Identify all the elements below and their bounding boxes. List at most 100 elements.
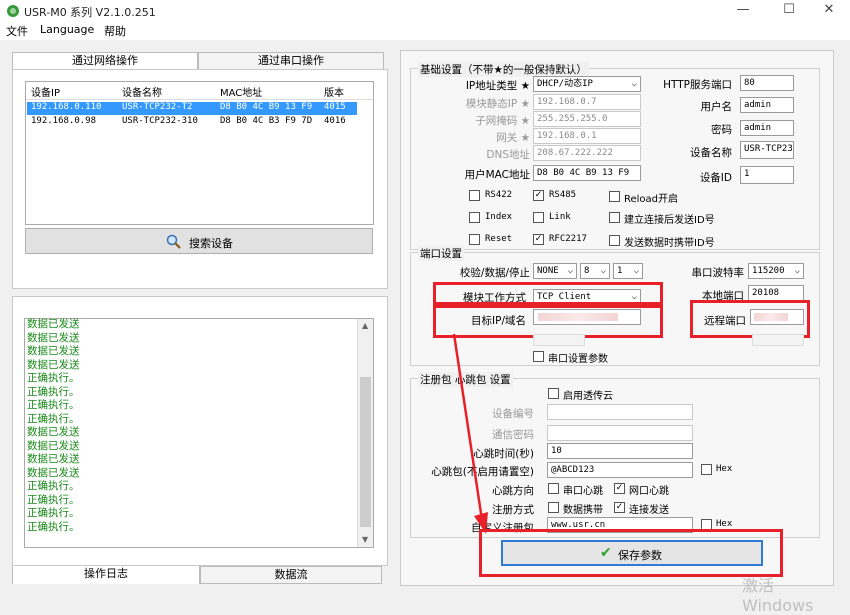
send-id-with-data-checkbox[interactable] bbox=[609, 235, 620, 246]
chevron-down-icon: ⌵ bbox=[631, 79, 637, 89]
baud-value: 115200 bbox=[752, 266, 785, 276]
stopbits-value: 1 bbox=[617, 266, 623, 276]
tab-operation-log[interactable]: 操作日志 bbox=[12, 566, 200, 584]
cell-ip: 192.168.0.110 bbox=[31, 102, 102, 112]
device-number-input[interactable] bbox=[547, 404, 693, 420]
ip-type-select[interactable]: DHCP/动态IP ⌵ bbox=[533, 76, 641, 92]
serial-heartbeat-checkbox[interactable] bbox=[548, 483, 559, 494]
subnet-mask-input[interactable]: 255.255.255.0 bbox=[533, 111, 641, 127]
port-settings-title: 端口设置 bbox=[418, 246, 464, 261]
cell-version: 4015 bbox=[324, 102, 346, 112]
cell-ip: 192.168.0.98 bbox=[31, 116, 97, 126]
obscured-field bbox=[752, 334, 804, 346]
gateway-input[interactable]: 192.168.0.1 bbox=[533, 128, 641, 144]
title-bar: USR-M0 系列 V2.1.0.251 — ☐ ✕ bbox=[0, 0, 850, 22]
search-device-button[interactable]: 搜索设备 bbox=[25, 228, 373, 254]
header-divider bbox=[26, 99, 373, 100]
menu-language[interactable]: Language bbox=[40, 23, 94, 36]
user-mac-input[interactable]: D8 B0 4C B9 13 F9 bbox=[533, 165, 641, 181]
table-row[interactable]: 192.168.0.110 USR-TCP232-T2 D8 B0 4C B9 … bbox=[27, 102, 357, 115]
password-label: 密码 bbox=[711, 124, 732, 136]
annotation-arrow-icon bbox=[452, 333, 488, 534]
log-line: 正确执行。 bbox=[27, 385, 80, 398]
heartbeat-hex-checkbox[interactable] bbox=[701, 464, 712, 475]
rfc2217-checkbox[interactable]: ✓ bbox=[533, 234, 544, 245]
menu-bar: 文件 Language 帮助 bbox=[0, 22, 850, 40]
heartbeat-hex-label: Hex bbox=[716, 464, 733, 474]
log-line: 数据已发送 bbox=[27, 331, 80, 344]
device-id-input[interactable]: 1 bbox=[740, 166, 794, 184]
device-name-input[interactable]: USR-TCP23 bbox=[740, 141, 794, 159]
reload-label: Reload开启 bbox=[624, 194, 679, 205]
static-ip-label: 模块静态IP ★ bbox=[465, 98, 530, 110]
net-heartbeat-label: 网口心跳 bbox=[629, 486, 669, 497]
send-id-on-connect-label: 建立连接后发送ID号 bbox=[624, 215, 715, 226]
menu-file[interactable]: 文件 bbox=[6, 23, 28, 39]
close-button[interactable]: ✕ bbox=[806, 0, 850, 22]
enable-cloud-checkbox[interactable] bbox=[548, 388, 559, 399]
log-scrollbar[interactable]: ▲ ▼ bbox=[357, 319, 373, 547]
log-lines: 数据已发送 数据已发送 数据已发送 数据已发送 正确执行。 正确执行。 正确执行… bbox=[27, 318, 357, 534]
tab-serial[interactable]: 通过串口操作 bbox=[198, 52, 384, 70]
baud-select[interactable]: 115200 ⌵ bbox=[748, 263, 804, 279]
parity-value: NONE bbox=[537, 266, 559, 276]
menu-help[interactable]: 帮助 bbox=[104, 23, 126, 39]
send-on-connect-checkbox[interactable]: ✓ bbox=[614, 502, 625, 513]
chevron-down-icon: ⌵ bbox=[794, 266, 800, 276]
enable-cloud-label: 启用透传云 bbox=[563, 391, 613, 402]
index-label: Index bbox=[485, 212, 513, 222]
link-checkbox[interactable] bbox=[533, 212, 544, 223]
reset-checkbox[interactable] bbox=[469, 234, 480, 245]
stopbits-select[interactable]: 1 ⌵ bbox=[613, 263, 643, 279]
username-input[interactable]: admin bbox=[740, 97, 794, 113]
serial-params-checkbox[interactable] bbox=[533, 351, 544, 362]
scroll-down-icon[interactable]: ▼ bbox=[362, 535, 368, 544]
dns-input[interactable]: 208.67.222.222 bbox=[533, 145, 641, 161]
net-heartbeat-checkbox[interactable]: ✓ bbox=[614, 483, 625, 494]
col-header-ip: 设备IP bbox=[31, 88, 60, 99]
heartbeat-time-input[interactable]: 10 bbox=[547, 443, 693, 459]
heartbeat-packet-input[interactable]: @ABCD123 bbox=[547, 462, 693, 478]
serial-params-label: 串口设置参数 bbox=[548, 354, 608, 365]
search-device-label: 搜索设备 bbox=[189, 237, 233, 250]
register-hex-label: Hex bbox=[716, 519, 733, 529]
log-line: 数据已发送 bbox=[27, 358, 80, 371]
cell-mac: D8 B0 4C B9 13 F9 bbox=[220, 102, 313, 112]
scroll-up-icon[interactable]: ▲ bbox=[362, 321, 368, 330]
baud-label: 串口波特率 bbox=[691, 267, 745, 279]
local-port-input[interactable]: 20108 bbox=[748, 285, 804, 301]
reload-checkbox[interactable] bbox=[609, 191, 620, 202]
tab-network[interactable]: 通过网络操作 bbox=[12, 52, 198, 70]
scroll-thumb[interactable] bbox=[360, 377, 371, 527]
reset-label: Reset bbox=[485, 234, 513, 244]
rs485-checkbox[interactable]: ✓ bbox=[533, 190, 544, 201]
send-on-connect-label: 连接发送 bbox=[629, 505, 669, 516]
cell-version: 4016 bbox=[324, 116, 346, 126]
cell-name: USR-TCP232-T2 bbox=[122, 102, 193, 112]
chevron-down-icon: ⌵ bbox=[633, 266, 639, 276]
device-id-label: 设备ID bbox=[699, 172, 732, 184]
http-port-input[interactable]: 80 bbox=[740, 75, 794, 91]
minimize-button[interactable]: — bbox=[720, 0, 766, 22]
password-input[interactable]: admin bbox=[740, 120, 794, 136]
static-ip-input[interactable]: 192.168.0.7 bbox=[533, 94, 641, 110]
ip-type-label: IP地址类型 ★ bbox=[465, 80, 530, 92]
log-line: 数据已发送 bbox=[27, 453, 80, 465]
send-id-on-connect-checkbox[interactable] bbox=[609, 212, 620, 223]
table-row[interactable]: 192.168.0.98 USR-TCP232-310 D8 B0 4C B3 … bbox=[27, 116, 357, 129]
parity-select[interactable]: NONE ⌵ bbox=[533, 263, 577, 279]
databits-select[interactable]: 8 ⌵ bbox=[580, 263, 610, 279]
subnet-mask-label: 子网掩码 ★ bbox=[475, 115, 530, 127]
carry-data-checkbox[interactable] bbox=[548, 502, 559, 513]
serial-heartbeat-label: 串口心跳 bbox=[563, 486, 603, 497]
log-line: 正确执行。 bbox=[27, 399, 80, 411]
rfc2217-label: RFC2217 bbox=[549, 234, 587, 244]
cell-mac: D8 B0 4C B3 F9 7D bbox=[220, 116, 313, 126]
dns-label: DNS地址 bbox=[486, 149, 530, 161]
highlight-box bbox=[479, 529, 783, 577]
index-checkbox[interactable] bbox=[469, 212, 480, 223]
tab-data-stream[interactable]: 数据流 bbox=[200, 566, 382, 584]
comm-password-input[interactable] bbox=[547, 425, 693, 441]
log-line: 数据已发送 bbox=[27, 426, 80, 438]
rs422-checkbox[interactable] bbox=[469, 190, 480, 201]
